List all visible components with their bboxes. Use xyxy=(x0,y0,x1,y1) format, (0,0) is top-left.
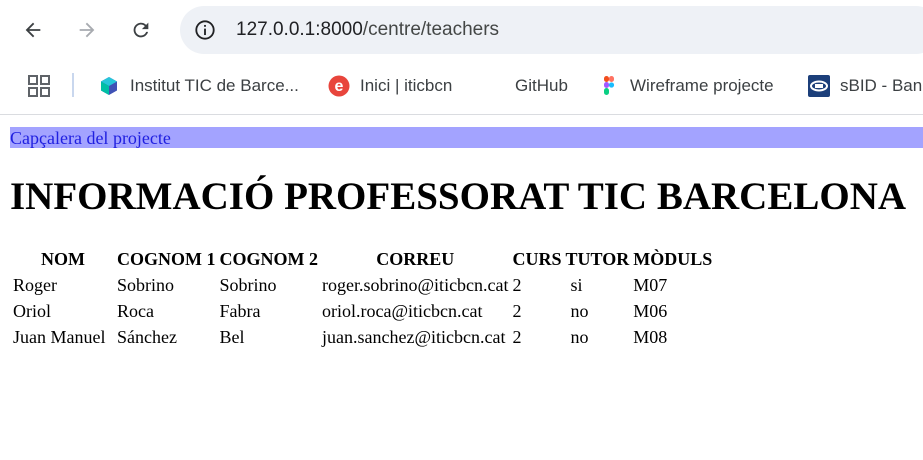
column-header-tutor: TUTOR xyxy=(565,248,630,269)
cell-cognom1: Sánchez xyxy=(117,326,177,347)
e-logo-icon: e xyxy=(328,75,350,97)
bookmark-sbid[interactable]: sBID - Ban xyxy=(808,72,922,100)
arrow-left-icon xyxy=(25,22,41,38)
gem-icon xyxy=(101,77,117,95)
column-header-cognom1: COGNOM 1 xyxy=(117,248,216,269)
bookmark-label: Institut TIC de Barce... xyxy=(130,76,299,95)
back-button[interactable] xyxy=(15,12,51,48)
browser-toolbar: 127.0.0.1:8000/centre/teachers xyxy=(0,0,923,60)
column-header-curs: CURS xyxy=(512,248,562,269)
cell-tutor: no xyxy=(570,300,589,321)
bookmark-label: sBID - Ban xyxy=(840,76,923,95)
table-row: Oriol Roca Fabra oriol.roca@iticbcn.cat … xyxy=(12,299,713,323)
table-row: Roger Sobrino Sobrino roger.sobrino@itic… xyxy=(12,273,713,297)
page-content: Capçalera del projecte INFORMACIÓ PROFES… xyxy=(0,115,923,460)
arrow-right-icon xyxy=(79,22,95,38)
column-header-correu: CORREU xyxy=(376,248,455,269)
forward-button[interactable] xyxy=(69,12,105,48)
cell-cognom1: Roca xyxy=(117,300,154,321)
site-info-icon[interactable] xyxy=(194,19,216,41)
cell-nom: Juan Manuel xyxy=(13,326,106,347)
reload-button[interactable] xyxy=(123,12,159,48)
cell-curs: 2 xyxy=(512,274,522,295)
teachers-table: NOM COGNOM 1 COGNOM 2 CORREU CURS TUTOR … xyxy=(10,245,715,351)
cell-cognom1: Sobrino xyxy=(117,274,175,295)
bookmarks-separator xyxy=(72,73,74,97)
bookmarks-bar: Institut TIC de Barce... e Inici | iticb… xyxy=(0,60,923,115)
apps-grid-icon[interactable] xyxy=(27,74,51,98)
cell-tutor: no xyxy=(570,326,589,347)
svg-text:e: e xyxy=(335,78,344,95)
cell-correu: roger.sobrino@iticbcn.cat xyxy=(322,274,509,295)
cell-correu: oriol.roca@iticbcn.cat xyxy=(322,300,483,321)
url-path: /centre/teachers xyxy=(362,19,500,40)
page-title: INFORMACIÓ PROFESSORAT TIC BARCELONA xyxy=(10,175,907,218)
bookmark-label: Inici | iticbcn xyxy=(360,76,453,95)
cell-tutor: si xyxy=(570,274,583,295)
cell-curs: 2 xyxy=(512,326,522,347)
cell-cognom2: Fabra xyxy=(219,300,261,321)
cell-moduls: M08 xyxy=(633,326,668,347)
url-text[interactable]: 127.0.0.1:8000/centre/teachers xyxy=(236,19,499,41)
cell-cognom2: Sobrino xyxy=(219,274,277,295)
bookmark-wireframe[interactable]: Wireframe projecte xyxy=(598,72,774,100)
table-header-row: NOM COGNOM 1 COGNOM 2 CORREU CURS TUTOR … xyxy=(12,247,713,271)
column-header-moduls: MÒDULS xyxy=(633,248,713,269)
cell-cognom2: Bel xyxy=(219,326,245,347)
column-header-nom: NOM xyxy=(41,248,85,269)
cell-moduls: M07 xyxy=(633,274,668,295)
url-host: 127.0.0.1:8000 xyxy=(236,19,363,40)
cell-curs: 2 xyxy=(512,300,522,321)
bookmark-institut-tic[interactable]: Institut TIC de Barce... xyxy=(98,72,299,100)
column-header-cognom2: COGNOM 2 xyxy=(219,248,319,269)
cell-correu: juan.sanchez@iticbcn.cat xyxy=(322,326,506,347)
bookmark-inici-iticbcn[interactable]: e Inici | iticbcn xyxy=(328,72,452,100)
sbid-icon xyxy=(808,75,830,97)
project-header: Capçalera del projecte xyxy=(10,127,923,148)
figma-icon xyxy=(604,76,615,95)
cell-nom: Oriol xyxy=(13,300,51,321)
cell-moduls: M06 xyxy=(633,300,668,321)
table-row: Juan Manuel Sánchez Bel juan.sanchez@iti… xyxy=(12,325,713,349)
bookmark-github[interactable]: GitHub xyxy=(515,72,568,100)
reload-icon xyxy=(133,22,149,38)
cell-nom: Roger xyxy=(13,274,57,295)
address-bar[interactable]: 127.0.0.1:8000/centre/teachers xyxy=(180,6,923,54)
bookmark-label: GitHub xyxy=(515,76,568,95)
bookmark-label: Wireframe projecte xyxy=(630,76,774,95)
